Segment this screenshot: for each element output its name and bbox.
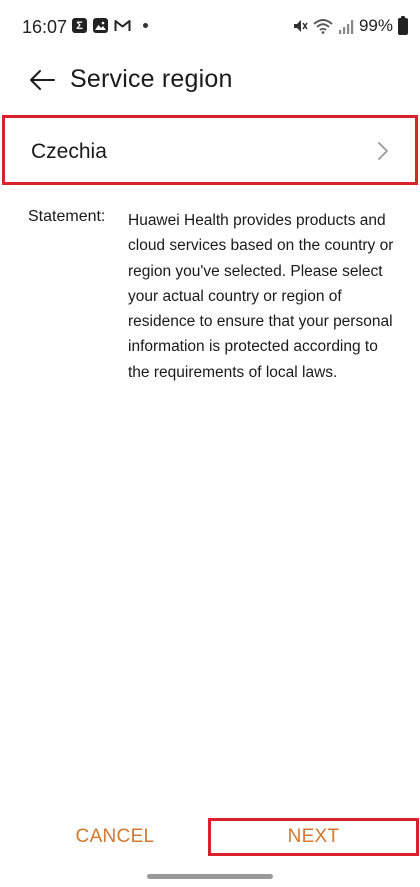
dot-icon	[143, 23, 148, 28]
sigma-notification-icon: Σ	[72, 18, 87, 33]
battery-icon	[398, 15, 408, 35]
chevron-right-icon	[378, 142, 388, 160]
mute-icon	[293, 20, 308, 32]
wifi-icon	[313, 19, 333, 34]
statement-label: Statement:	[28, 208, 106, 225]
service-region-screen: 16:07 Σ 99% Service region Czechia State…	[0, 0, 420, 887]
status-time: 16:07	[22, 17, 68, 37]
gallery-notification-icon	[93, 18, 108, 33]
region-value: Czechia	[31, 140, 107, 163]
home-indicator[interactable]	[147, 874, 273, 879]
app-header: Service region	[0, 56, 420, 106]
gmail-icon	[114, 20, 131, 31]
notification-icons: Σ	[72, 18, 148, 33]
back-button[interactable]	[26, 64, 58, 96]
statement-text: Huawei Health provides products and clou…	[128, 212, 394, 381]
region-selector[interactable]: Czechia	[2, 115, 418, 185]
cancel-button[interactable]: CANCEL	[40, 818, 190, 856]
back-arrow-icon	[30, 70, 55, 90]
next-button[interactable]: NEXT	[208, 818, 419, 856]
page-title: Service region	[70, 65, 233, 93]
status-bar: 16:07 Σ 99%	[0, 0, 420, 56]
battery-percentage: 99%	[358, 16, 393, 35]
system-status-icons: 99%	[292, 15, 408, 36]
signal-icon	[338, 19, 354, 34]
